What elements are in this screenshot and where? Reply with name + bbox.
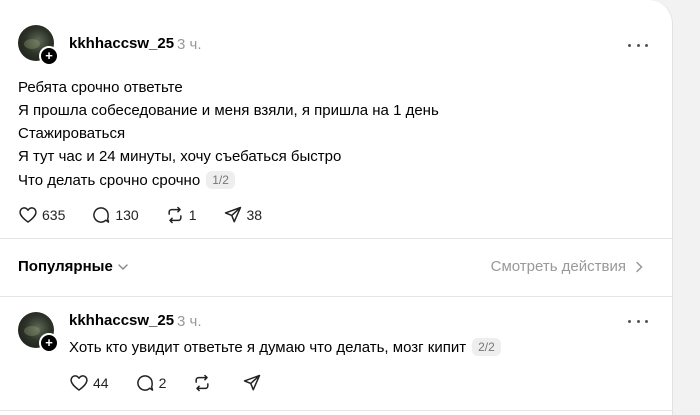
heart-icon bbox=[19, 207, 37, 223]
view-activity-link[interactable]: Смотреть действия bbox=[491, 258, 644, 275]
username[interactable]: kkhhaccsw_25 bbox=[69, 35, 174, 52]
heart-icon bbox=[70, 375, 88, 391]
post-time: 3 ч. bbox=[177, 313, 202, 330]
like-button[interactable]: 635 bbox=[18, 205, 65, 225]
repost-icon bbox=[168, 206, 182, 224]
thread-card: + kkhhaccsw_25 3 ч. Ребята срочно ответь… bbox=[0, 0, 673, 415]
comment-button[interactable]: 2 bbox=[135, 373, 167, 393]
repost-icon bbox=[195, 374, 209, 392]
reply-post: + kkhhaccsw_25 3 ч. Хоть кто увидит отве… bbox=[0, 296, 672, 415]
like-count: 44 bbox=[93, 375, 109, 391]
share-count: 38 bbox=[246, 207, 263, 223]
post-time: 3 ч. bbox=[177, 36, 202, 53]
post: + kkhhaccsw_25 3 ч. Ребята срочно ответь… bbox=[0, 0, 672, 238]
repost-count: 1 bbox=[188, 207, 197, 223]
share-button[interactable]: 38 bbox=[223, 205, 263, 225]
like-count: 635 bbox=[42, 207, 66, 223]
share-button[interactable] bbox=[242, 373, 266, 393]
sort-label: Популярные bbox=[18, 258, 113, 275]
plus-icon[interactable]: + bbox=[39, 46, 59, 66]
more-icon[interactable] bbox=[628, 318, 648, 324]
thread-pager: 2/2 bbox=[472, 338, 501, 356]
post-text: Хоть кто увидит ответьте я думаю что дел… bbox=[69, 339, 467, 356]
post-text-line: Что делать срочно срочно 1/2 bbox=[18, 171, 235, 189]
more-icon[interactable] bbox=[628, 42, 648, 48]
post-actions: 44 2 bbox=[69, 373, 292, 393]
replies-filter-row: Популярные Смотреть действия bbox=[0, 238, 672, 296]
post-text-line: Ребята срочно ответьте bbox=[18, 79, 183, 96]
comment-count: 130 bbox=[115, 207, 139, 223]
like-button[interactable]: 44 bbox=[69, 373, 109, 393]
post-text: Что делать срочно срочно bbox=[18, 172, 201, 189]
thread-pager: 1/2 bbox=[206, 171, 235, 189]
chevron-down-icon bbox=[118, 263, 128, 270]
comment-icon bbox=[93, 207, 110, 223]
plus-icon[interactable]: + bbox=[39, 333, 59, 353]
post-text-line: Я тут час и 24 минуты, хочу съебаться бы… bbox=[18, 148, 342, 165]
post-text-line: Стажироваться bbox=[18, 125, 126, 142]
sort-dropdown[interactable]: Популярные bbox=[18, 258, 129, 275]
comment-icon bbox=[136, 375, 153, 391]
repost-button[interactable] bbox=[192, 373, 216, 393]
post-text-line: Я прошла собеседование и меня взяли, я п… bbox=[18, 102, 439, 119]
view-activity-label: Смотреть действия bbox=[490, 258, 626, 275]
divider bbox=[0, 410, 672, 411]
comment-button[interactable]: 130 bbox=[91, 205, 139, 225]
send-icon bbox=[244, 374, 261, 391]
post-actions: 635 130 1 38 bbox=[18, 205, 288, 225]
repost-button[interactable]: 1 bbox=[165, 205, 197, 225]
post-text-line: Хоть кто увидит ответьте я думаю что дел… bbox=[69, 338, 501, 356]
comment-count: 2 bbox=[158, 375, 167, 391]
chevron-right-icon bbox=[636, 261, 643, 272]
send-icon bbox=[224, 206, 241, 223]
username[interactable]: kkhhaccsw_25 bbox=[69, 312, 174, 329]
